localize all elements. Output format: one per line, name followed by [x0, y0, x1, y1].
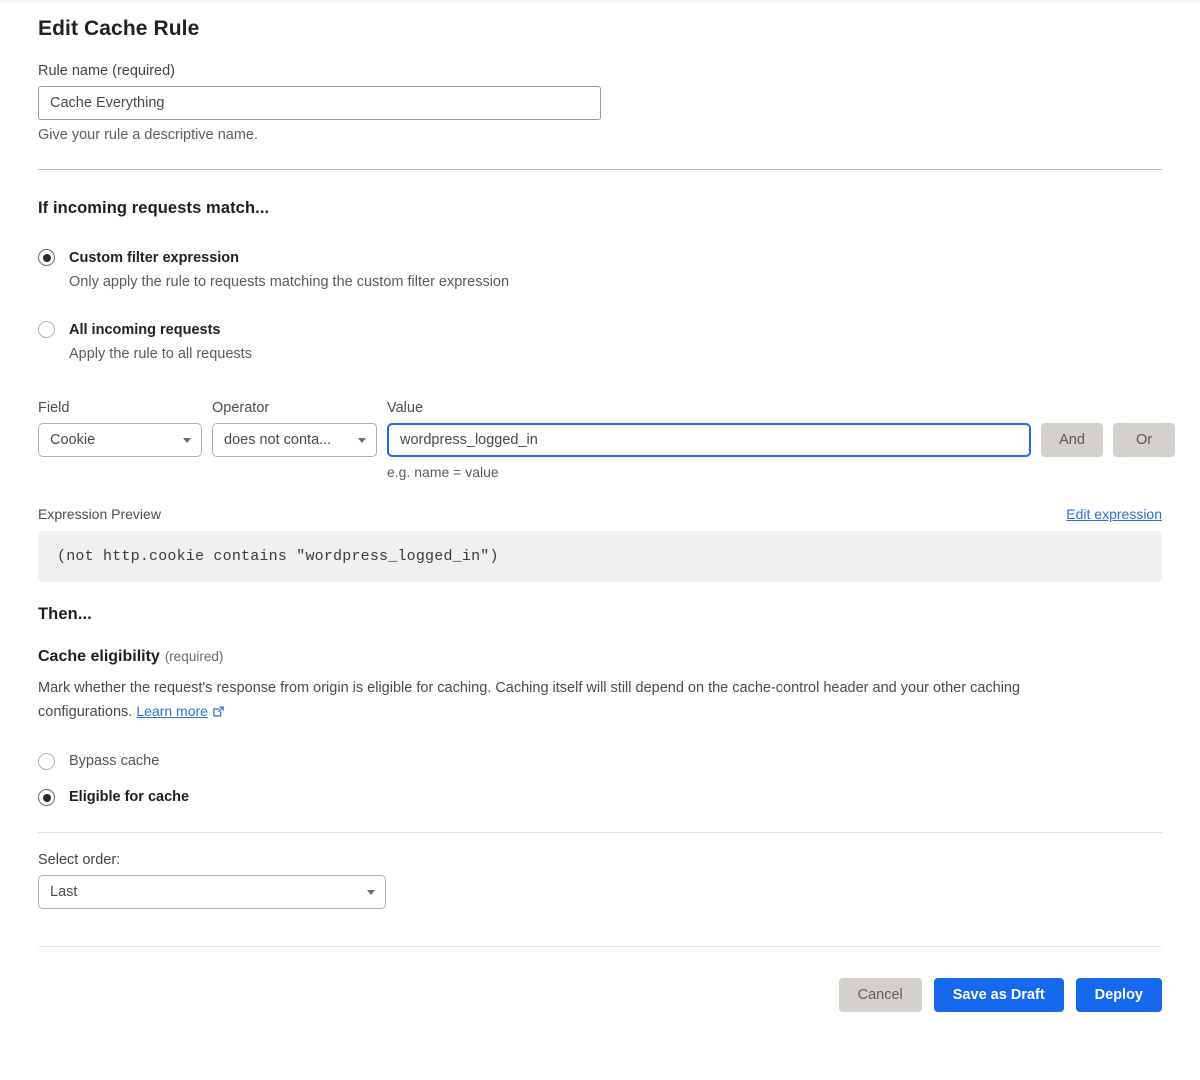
expression-preview-label: Expression Preview: [38, 506, 161, 523]
and-button[interactable]: And: [1041, 423, 1103, 458]
page-content: Edit Cache Rule Rule name (required) Giv…: [38, 0, 1175, 1013]
expression-preview-header: Expression Preview Edit expression: [38, 506, 1162, 522]
cache-eligibility-description: Mark whether the request's response from…: [38, 677, 1086, 726]
external-link-icon: [212, 703, 225, 726]
rule-name-label: Rule name (required): [38, 63, 176, 79]
radio-custom-filter-expression-title: Custom filter expression: [69, 250, 240, 266]
cancel-button[interactable]: Cancel: [838, 978, 922, 1013]
radio-all-incoming-requests-desc: Apply the rule to all requests: [69, 345, 252, 362]
operator-select-value: does not conta...: [224, 432, 332, 449]
divider-order: [38, 832, 1162, 834]
value-label: Value: [387, 400, 424, 417]
or-spacer: [1113, 400, 1175, 416]
expression-preview-box: (not http.cookie contains "wordpress_log…: [38, 531, 1162, 583]
operator-column: Operator does not conta...: [212, 400, 377, 458]
and-button-column: And: [1041, 400, 1103, 458]
learn-more-link[interactable]: Learn more: [136, 703, 208, 719]
radio-custom-filter-expression[interactable]: Custom filter expression Only apply the …: [38, 248, 1162, 292]
divider-footer: [38, 946, 1162, 948]
then-section-heading: Then...: [38, 605, 92, 624]
operator-select[interactable]: does not conta...: [212, 423, 377, 458]
radio-all-incoming-requests[interactable]: All incoming requests Apply the rule to …: [38, 320, 1162, 364]
chevron-down-icon: [183, 438, 191, 444]
save-as-draft-button[interactable]: Save as Draft: [933, 978, 1064, 1013]
radio-custom-filter-expression-icon[interactable]: [38, 249, 55, 266]
cache-eligibility-required: (required): [164, 649, 224, 665]
or-button[interactable]: Or: [1113, 423, 1175, 458]
radio-bypass-cache-label: Bypass cache: [69, 753, 160, 770]
cache-eligibility-title: Cache eligibility: [38, 648, 160, 666]
and-spacer: [1041, 400, 1103, 416]
field-select-value: Cookie: [50, 432, 96, 449]
page-title: Edit Cache Rule: [38, 17, 200, 40]
footer-actions: Cancel Save as Draft Deploy: [38, 978, 1162, 1013]
edit-expression-link[interactable]: Edit expression: [1066, 506, 1162, 522]
value-hint: e.g. name = value: [387, 464, 499, 481]
chevron-down-icon: [367, 890, 375, 896]
match-section-heading: If incoming requests match...: [38, 199, 270, 217]
radio-bypass-cache[interactable]: Bypass cache: [38, 752, 1162, 771]
deploy-button[interactable]: Deploy: [1075, 978, 1162, 1013]
cache-eligibility-heading: Cache eligibility (required): [38, 648, 1162, 666]
chevron-down-icon: [358, 438, 366, 444]
field-select[interactable]: Cookie: [38, 423, 202, 458]
select-order-value: Last: [50, 884, 78, 901]
select-order-label: Select order:: [38, 852, 121, 869]
divider-top: [38, 169, 1162, 170]
edit-cache-rule-page: Edit Cache Rule Rule name (required) Giv…: [0, 0, 1200, 1080]
rule-name-input[interactable]: [38, 86, 601, 120]
radio-eligible-for-cache-label: Eligible for cache: [69, 789, 190, 806]
radio-eligible-for-cache[interactable]: Eligible for cache: [38, 788, 1162, 807]
or-button-column: Or: [1113, 400, 1175, 458]
rule-name-help: Give your rule a descriptive name.: [38, 127, 259, 143]
radio-bypass-cache-icon[interactable]: [38, 753, 55, 771]
radio-custom-filter-expression-desc: Only apply the rule to requests matching…: [69, 273, 510, 290]
select-order-dropdown[interactable]: Last: [38, 875, 386, 910]
value-column: Value e.g. name = value: [387, 400, 1031, 480]
operator-label: Operator: [212, 400, 270, 417]
value-input[interactable]: [387, 423, 1031, 458]
radio-all-incoming-requests-title: All incoming requests: [69, 322, 221, 339]
radio-eligible-for-cache-icon[interactable]: [38, 789, 55, 807]
field-column: Field Cookie: [38, 400, 202, 458]
field-label: Field: [38, 400, 70, 417]
radio-all-incoming-requests-icon[interactable]: [38, 321, 55, 339]
filter-builder-row: Field Cookie Operator does not conta... …: [38, 400, 1175, 480]
